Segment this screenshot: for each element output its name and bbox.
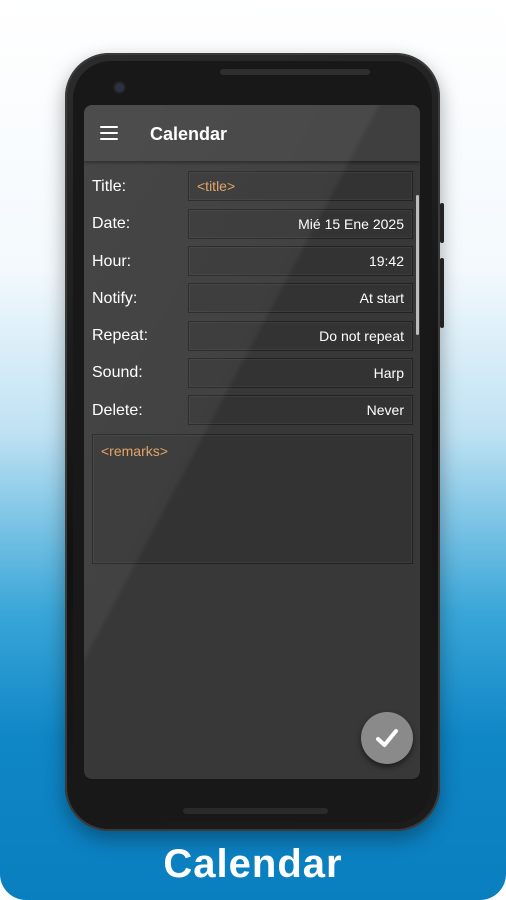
hour-field[interactable]: 19:42 xyxy=(188,246,413,276)
delete-select[interactable]: Never xyxy=(188,395,413,425)
remarks-textarea[interactable]: <remarks> xyxy=(92,434,413,564)
hour-label: Hour: xyxy=(92,253,132,270)
app-title: Calendar xyxy=(150,124,228,144)
scrollbar[interactable] xyxy=(416,195,419,335)
volume-button xyxy=(440,258,444,328)
date-field[interactable]: Mié 15 Ene 2025 xyxy=(188,209,413,239)
title-label: Title: xyxy=(92,178,127,195)
notify-label: Notify: xyxy=(92,290,138,307)
sound-select[interactable]: Harp xyxy=(188,358,413,388)
repeat-select[interactable]: Do not repeat xyxy=(188,321,413,351)
top-speaker-grille xyxy=(220,69,370,75)
bottom-speaker-grille xyxy=(183,808,328,814)
power-button xyxy=(440,203,444,243)
checkmark-icon xyxy=(376,729,398,747)
app-screen: Calendar Title: <title> Date: Mié 15 Ene… xyxy=(84,105,420,779)
repeat-label: Repeat: xyxy=(92,327,149,344)
title-input[interactable]: <title> xyxy=(188,171,413,201)
promo-caption: Calendar xyxy=(163,842,343,886)
date-label: Date: xyxy=(92,215,131,232)
front-camera xyxy=(115,83,124,92)
app-bar: Calendar xyxy=(84,105,420,161)
sound-label: Sound: xyxy=(92,364,143,381)
delete-label: Delete: xyxy=(92,402,143,419)
hamburger-menu-icon[interactable] xyxy=(100,126,118,140)
save-button[interactable] xyxy=(361,712,413,764)
notify-select[interactable]: At start xyxy=(188,283,413,313)
